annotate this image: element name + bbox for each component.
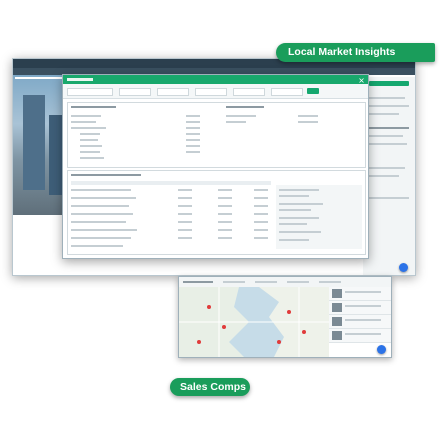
filter-dropdown[interactable] (195, 88, 227, 96)
apply-button[interactable] (307, 88, 319, 94)
table-row (71, 197, 136, 199)
filter-dropdown[interactable] (119, 88, 151, 96)
table-row (71, 237, 131, 239)
comps-list (329, 287, 391, 357)
chat-icon[interactable] (399, 263, 408, 272)
modal-header (63, 75, 368, 84)
chat-icon[interactable] (377, 345, 386, 354)
table-row (71, 229, 137, 231)
filter-dropdown[interactable] (271, 88, 303, 96)
sales-comps-window (178, 276, 392, 358)
list-item[interactable] (329, 301, 391, 315)
close-icon[interactable] (359, 77, 364, 83)
property-title (15, 77, 63, 79)
details-column (363, 77, 415, 275)
action-button[interactable] (369, 81, 409, 86)
building-shape (23, 95, 45, 190)
table-header (71, 181, 271, 185)
table-row (71, 245, 123, 247)
sales-comps-callout: Sales Comps (170, 378, 250, 396)
list-item[interactable] (329, 287, 391, 301)
list-item[interactable] (329, 315, 391, 329)
table-row (71, 213, 133, 215)
filter-dropdown[interactable] (67, 88, 113, 96)
modal-title (67, 78, 93, 81)
table-row (71, 205, 129, 207)
panel-title (71, 174, 141, 176)
comps-map[interactable] (179, 287, 329, 357)
panel-title (71, 106, 116, 108)
table-row (71, 221, 126, 223)
table-row (71, 189, 131, 191)
filter-dropdown[interactable] (157, 88, 189, 96)
list-item[interactable] (329, 329, 391, 343)
local-market-insights-callout: Local Market Insights (276, 43, 435, 62)
average-rents-panel (67, 102, 366, 168)
local-market-insights-modal (62, 74, 369, 259)
filter-dropdown[interactable] (233, 88, 265, 96)
active-listings-panel (67, 170, 366, 255)
filter-bar (63, 84, 368, 99)
listing-detail-list (276, 185, 362, 249)
